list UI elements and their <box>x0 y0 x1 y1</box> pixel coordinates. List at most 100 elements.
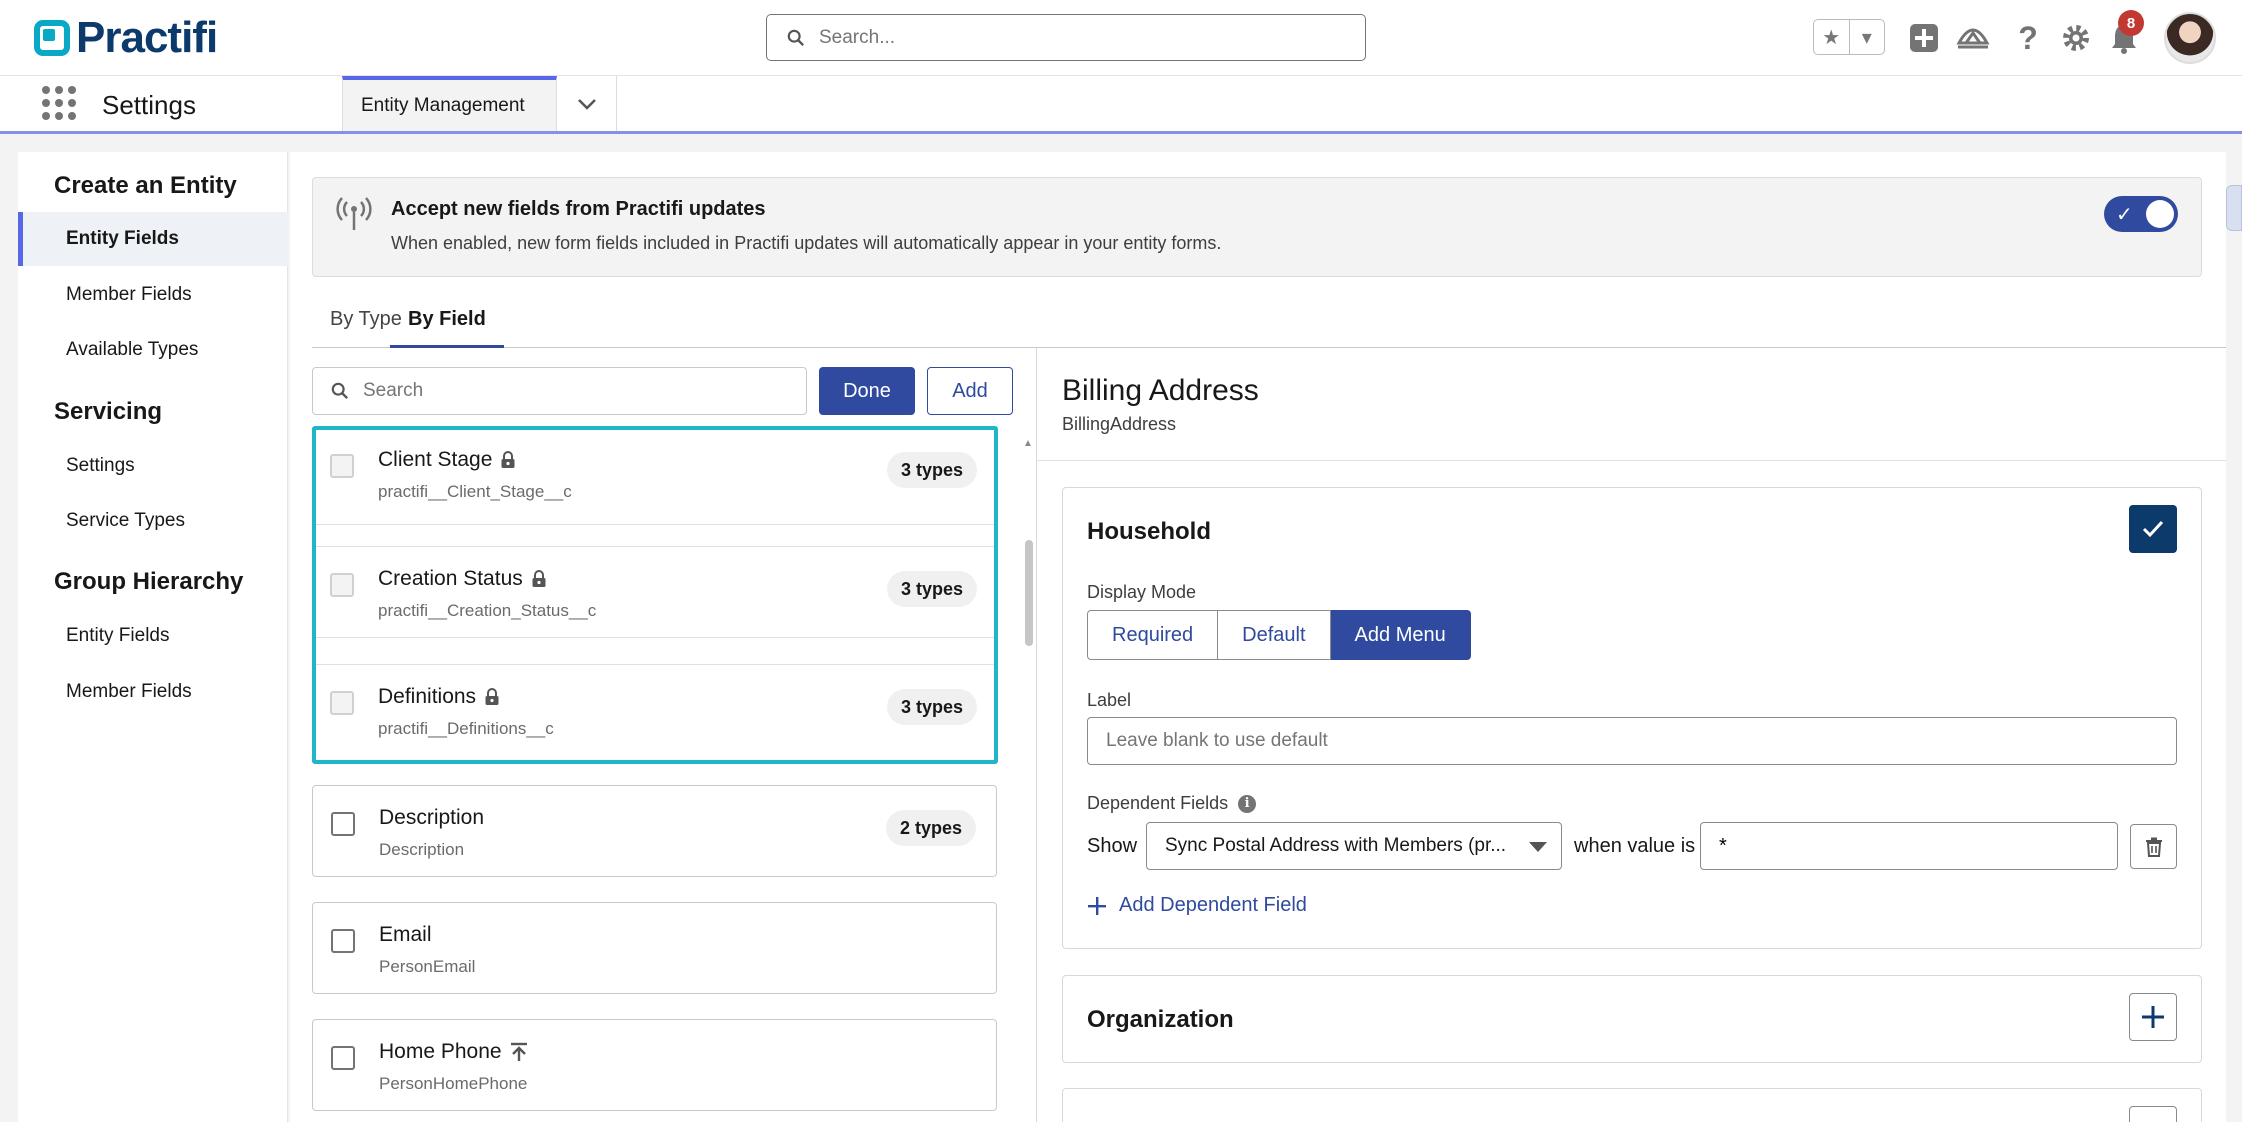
info-icon[interactable]: i <box>1238 794 1257 813</box>
broadcast-icon <box>336 196 372 237</box>
settings-sidebar: Create an Entity Entity Fields Member Fi… <box>18 152 288 1122</box>
detail-api-name: BillingAddress <box>1062 414 1177 434</box>
sidebar-section-servicing: Servicing <box>54 398 163 425</box>
field-checkbox[interactable] <box>331 1046 355 1070</box>
field-name-text: Email <box>379 923 432 946</box>
search-icon <box>331 382 349 400</box>
field-item-description[interactable]: Description Description 2 types <box>312 785 997 877</box>
delete-dependent-button[interactable] <box>2130 824 2177 869</box>
sidebar-section-create-entity: Create an Entity <box>54 172 237 199</box>
nav-tab-menu-button[interactable] <box>557 76 617 131</box>
nav-tab-entity-management[interactable]: Entity Management <box>342 76 557 131</box>
field-item-definitions[interactable]: Definitions practifi__Definitions__c 3 t… <box>312 664 997 760</box>
field-name: Definitions <box>378 685 500 709</box>
dependent-field-select[interactable]: Sync Postal Address with Members (pr... <box>1146 822 1562 870</box>
view-tabs: By Type By Field <box>312 298 2226 348</box>
add-dependent-label: Add Dependent Field <box>1119 894 1307 916</box>
side-panel-handle[interactable] <box>2226 185 2242 231</box>
scroll-up-arrow[interactable]: ▲ <box>1023 438 1033 449</box>
field-item-home-phone[interactable]: Home Phone PersonHomePhone <box>312 1019 997 1111</box>
toggle-knob <box>2146 200 2174 228</box>
field-item-client-stage[interactable]: Client Stage practifi__Client_Stage__c 3… <box>312 428 997 525</box>
help-icon[interactable]: ? <box>2008 18 2048 58</box>
done-button[interactable]: Done <box>819 367 915 415</box>
trailhead-icon[interactable] <box>1953 18 1993 58</box>
field-checkbox[interactable] <box>330 454 354 478</box>
lock-icon <box>532 570 546 587</box>
sidebar-item-member-fields[interactable]: Member Fields <box>18 268 288 322</box>
dropdown-caret-icon <box>1529 842 1547 852</box>
user-avatar[interactable] <box>2164 12 2216 64</box>
divider <box>1037 460 2226 461</box>
field-api-name: practifi__Creation_Status__c <box>378 601 597 620</box>
favorites-group[interactable]: ★ ▾ <box>1813 19 1885 55</box>
field-name-text: Home Phone <box>379 1040 502 1063</box>
next-entity-add-button[interactable] <box>2129 1106 2177 1122</box>
add-dependent-field-button[interactable]: Add Dependent Field <box>1087 894 1307 917</box>
next-entity-panel <box>1062 1088 2202 1122</box>
field-checkbox[interactable] <box>330 573 354 597</box>
field-name-text: Creation Status <box>378 567 523 590</box>
global-actions-icon[interactable] <box>1904 18 1944 58</box>
field-name: Description <box>379 806 484 830</box>
field-name-text: Client Stage <box>378 448 493 471</box>
field-checkbox[interactable] <box>330 691 354 715</box>
field-api-name: PersonEmail <box>379 957 476 976</box>
sidebar-item-group-member-fields[interactable]: Member Fields <box>18 665 288 719</box>
global-search-input[interactable] <box>819 26 1319 49</box>
organization-add-button[interactable] <box>2129 993 2177 1041</box>
field-api-name: practifi__Client_Stage__c <box>378 482 572 501</box>
household-enabled-checkbox[interactable] <box>2129 505 2177 553</box>
search-icon <box>787 29 805 46</box>
label-field-label: Label <box>1087 690 1132 710</box>
chevron-down-icon[interactable]: ▾ <box>1850 20 1885 54</box>
lock-icon <box>501 451 515 468</box>
sidebar-item-entity-fields[interactable]: Entity Fields <box>18 212 288 266</box>
field-api-name: PersonHomePhone <box>379 1074 528 1093</box>
field-api-name: practifi__Definitions__c <box>378 719 554 738</box>
banner-description: When enabled, new form fields included i… <box>391 233 1222 253</box>
mode-default-button[interactable]: Default <box>1218 610 1331 660</box>
field-item-email[interactable]: Email PersonEmail <box>312 902 997 994</box>
app-launcher-icon[interactable] <box>42 86 76 120</box>
field-checkbox[interactable] <box>331 812 355 836</box>
tab-by-field[interactable]: By Field <box>390 308 504 348</box>
app-nav-bar <box>0 76 2242 134</box>
mode-add-menu-button[interactable]: Add Menu <box>1330 610 1471 660</box>
field-name: Home Phone <box>379 1040 528 1064</box>
global-search-box[interactable] <box>766 14 1366 61</box>
organization-title: Organization <box>1087 1006 1234 1033</box>
sidebar-item-servicing-settings[interactable]: Settings <box>18 439 288 493</box>
sidebar-item-service-types[interactable]: Service Types <box>18 494 288 548</box>
label-input[interactable] <box>1087 717 2177 765</box>
field-search-box[interactable] <box>312 367 807 415</box>
updates-banner <box>312 177 2202 277</box>
mode-required-button[interactable]: Required <box>1087 610 1219 660</box>
show-text: Show <box>1087 835 1138 857</box>
sidebar-item-group-entity-fields[interactable]: Entity Fields <box>18 609 288 663</box>
upload-icon <box>510 1042 527 1061</box>
check-icon <box>2142 520 2164 538</box>
field-item-creation-status[interactable]: Creation Status practifi__Creation_Statu… <box>312 546 997 638</box>
add-button[interactable]: Add <box>927 367 1013 415</box>
list-scrollbar-thumb[interactable] <box>1025 540 1033 646</box>
trash-icon <box>2145 837 2162 857</box>
field-search-input[interactable] <box>363 380 783 402</box>
gear-icon[interactable] <box>2056 18 2096 58</box>
app-name: Settings <box>102 90 196 120</box>
dependent-fields-label: Dependent Fields i <box>1087 793 1257 814</box>
sidebar-section-group-hierarchy: Group Hierarchy <box>54 568 244 595</box>
dependent-field-value: Sync Postal Address with Members (pr... <box>1165 835 1507 856</box>
star-icon[interactable]: ★ <box>1814 20 1850 54</box>
banner-title: Accept new fields from Practifi updates <box>391 198 766 220</box>
sidebar-item-available-types[interactable]: Available Types <box>18 323 288 377</box>
field-api-name: Description <box>379 840 465 859</box>
dependent-value-input[interactable] <box>1700 822 2118 870</box>
accept-updates-toggle[interactable]: ✓ <box>2104 196 2178 232</box>
practifi-logo[interactable]: Practifi <box>34 13 218 62</box>
field-name-text: Description <box>379 806 485 829</box>
types-count-badge: 3 types <box>886 689 977 725</box>
field-checkbox[interactable] <box>331 929 355 953</box>
plus-icon <box>2142 1006 2164 1028</box>
display-mode-label: Display Mode <box>1087 582 1197 602</box>
